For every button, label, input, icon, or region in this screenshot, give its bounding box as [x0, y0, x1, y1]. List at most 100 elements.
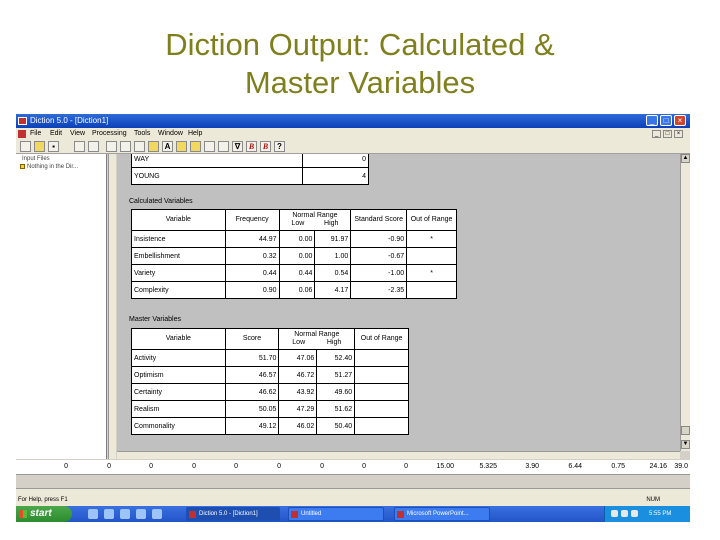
start-button[interactable]: start — [16, 506, 72, 522]
low-cell: 47.06 — [278, 349, 318, 367]
high-cell: 1.00 — [314, 247, 352, 265]
bold-b-icon[interactable]: B — [246, 141, 257, 152]
paste-icon[interactable] — [88, 141, 99, 152]
lower-horizontal-scrollbar[interactable] — [16, 488, 690, 496]
score-cell: 46.62 — [224, 383, 280, 401]
print-icon[interactable] — [120, 141, 131, 152]
out-of-range-cell — [354, 366, 409, 384]
folder-b-icon[interactable] — [190, 141, 201, 152]
strip-value: 0 — [234, 463, 238, 470]
quicklaunch-media-icon[interactable] — [120, 509, 130, 519]
tray-network-icon[interactable] — [611, 510, 618, 517]
master-section-label: Master Variables — [129, 316, 182, 323]
report-vertical-scrollbar[interactable]: ▲ ▼ — [680, 154, 690, 451]
header-low: Low — [292, 339, 306, 346]
status-help-text: For Help, press F1 — [18, 497, 68, 503]
menu-processing[interactable]: Processing — [92, 128, 127, 140]
powerpoint-task-icon — [397, 511, 404, 518]
header-low: Low — [291, 220, 305, 227]
strip-value: 0 — [149, 463, 153, 470]
frequency-cell: 0.44 — [224, 264, 280, 282]
filter-icon[interactable]: ∇ — [232, 141, 243, 152]
child-close-button[interactable]: × — [674, 130, 683, 138]
dictionary-icon[interactable] — [148, 141, 159, 152]
folder-a-icon[interactable] — [176, 141, 187, 152]
text-a-icon[interactable]: A — [162, 141, 173, 152]
quicklaunch-word-icon[interactable] — [152, 509, 162, 519]
variable-cell: Embellishment — [131, 247, 226, 265]
preview-icon[interactable] — [134, 141, 145, 152]
folder-icon — [20, 164, 25, 169]
header-frequency: Frequency — [224, 209, 280, 231]
quicklaunch-desktop-icon[interactable] — [104, 509, 114, 519]
task-diction[interactable]: Diction 5.0 - [Diction1] — [186, 507, 280, 521]
score-cell: -0.67 — [350, 247, 408, 265]
slide-title-line1: Diction Output: Calculated & — [165, 27, 555, 62]
tray-security-icon[interactable] — [631, 510, 638, 517]
number-strip: 0 0 0 0 0 0 0 0 0 15.00 5.325 3.90 6.44 … — [16, 460, 690, 474]
scroll-down-arrow-icon[interactable]: ▼ — [681, 440, 690, 449]
out-of-range-cell: * — [406, 264, 457, 282]
maximize-button[interactable]: □ — [660, 115, 672, 126]
pane-header: Input Files — [22, 156, 50, 162]
scroll-thumb[interactable] — [681, 426, 690, 435]
header-out-of-range: Out of Range — [354, 328, 409, 350]
system-tray: 5:55 PM — [604, 506, 690, 522]
word-list-table: WAY 0 YOUNG 4 — [130, 154, 369, 185]
format-b-icon[interactable]: B — [260, 141, 271, 152]
strip-value: 3.90 — [525, 463, 539, 470]
menu-help[interactable]: Help — [188, 128, 202, 140]
report-view: WAY 0 YOUNG 4 Calculated Variables Varia… — [117, 154, 680, 451]
minimize-button[interactable]: _ — [646, 115, 658, 126]
high-cell: 52.40 — [316, 349, 356, 367]
quicklaunch-outlook-icon[interactable] — [136, 509, 146, 519]
tray-volume-icon[interactable] — [621, 510, 628, 517]
copy-icon[interactable] — [74, 141, 85, 152]
variable-cell: Insistence — [131, 230, 226, 248]
table-row: WAY 0 — [130, 154, 369, 168]
save-icon[interactable]: ▪ — [48, 141, 59, 152]
close-button[interactable]: × — [674, 115, 686, 126]
task-untitled[interactable]: Untitled — [288, 507, 384, 521]
pane-item[interactable]: Nothing in the Dir... — [18, 164, 78, 170]
child-restore-button[interactable]: □ — [663, 130, 672, 138]
quicklaunch-ie-icon[interactable] — [88, 509, 98, 519]
task-powerpoint[interactable]: Microsoft PowerPoint... — [394, 507, 490, 521]
report-horizontal-scrollbar[interactable] — [117, 451, 680, 459]
left-pane-scrollbar[interactable] — [108, 154, 116, 459]
chart-icon[interactable] — [218, 141, 229, 152]
word-cell: WAY — [130, 154, 304, 168]
low-cell: 0.44 — [278, 264, 316, 282]
open-folder-icon[interactable] — [34, 141, 45, 152]
menu-window[interactable]: Window — [158, 128, 183, 140]
menu-edit[interactable]: Edit — [50, 128, 62, 140]
new-file-icon[interactable] — [20, 141, 31, 152]
report-icon[interactable] — [204, 141, 215, 152]
calculated-section-label: Calculated Variables — [129, 198, 193, 205]
child-minimize-button[interactable]: _ — [652, 130, 661, 138]
strip-value: 0 — [320, 463, 324, 470]
menu-file[interactable]: File — [30, 128, 41, 140]
score-cell: 46.57 — [224, 366, 280, 384]
high-cell: 0.54 — [314, 264, 352, 282]
help-pointer-icon[interactable]: ? — [274, 141, 285, 152]
menu-tools[interactable]: Tools — [134, 128, 150, 140]
untitled-task-icon — [291, 511, 298, 518]
header-variable: Variable — [131, 328, 226, 350]
header-high: High — [324, 220, 339, 227]
strip-value: 0 — [404, 463, 408, 470]
scroll-up-arrow-icon[interactable]: ▲ — [681, 154, 690, 163]
score-cell: 50.05 — [224, 400, 280, 418]
taskbar: start Diction 5.0 - [Diction1] Untitled … — [16, 506, 690, 522]
strip-value: 15.00 — [436, 463, 454, 470]
low-cell: 0.00 — [278, 230, 316, 248]
variable-cell: Complexity — [131, 281, 226, 299]
high-cell: 4.17 — [314, 281, 352, 299]
menu-view[interactable]: View — [70, 128, 85, 140]
frequency-cell: 0.90 — [224, 281, 280, 299]
variable-cell: Variety — [131, 264, 226, 282]
cut-icon[interactable] — [106, 141, 117, 152]
table-row: Certainty 46.62 43.92 49.60 — [131, 383, 409, 401]
header-high: High — [326, 339, 342, 346]
low-cell: 46.72 — [278, 366, 318, 384]
